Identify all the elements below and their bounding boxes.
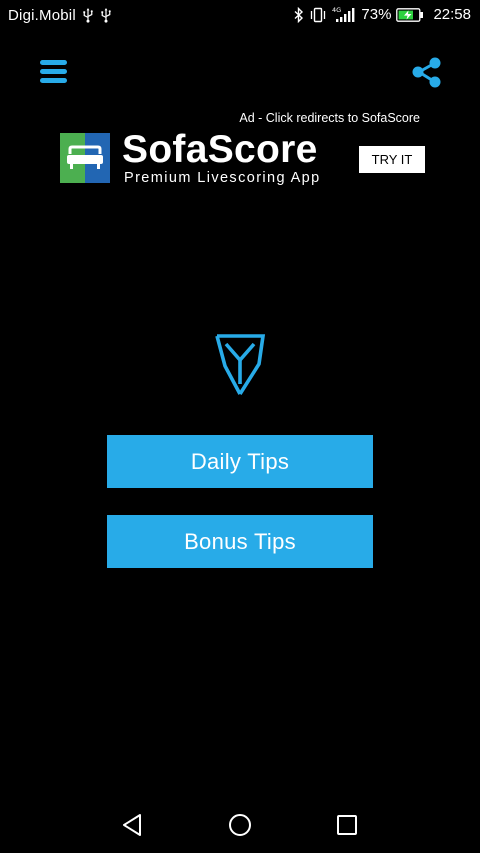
sofascore-logo-icon (60, 133, 110, 183)
recent-apps-button[interactable] (332, 810, 362, 840)
vibrate-icon (311, 7, 326, 22)
ad-brand-name: SofaScore (122, 128, 318, 171)
app-screen: Digi.Mobil 4G 73% 22:58 Ad - Click redir… (0, 0, 480, 853)
status-bar-right: 4G 73% 22:58 (294, 6, 471, 23)
home-button[interactable] (225, 810, 255, 840)
bluetooth-icon (294, 6, 304, 23)
share-button[interactable] (408, 56, 446, 90)
recent-apps-icon (337, 815, 357, 835)
daily-tips-button[interactable]: Daily Tips (107, 435, 373, 488)
navigation-bar (0, 800, 480, 853)
back-button[interactable] (118, 810, 148, 840)
network-type: 4G (332, 6, 341, 14)
shield-y-logo-icon (215, 334, 266, 395)
status-clock: 22:58 (433, 6, 471, 23)
hamburger-menu-icon (40, 60, 67, 83)
home-icon (229, 814, 251, 836)
status-bar-left: Digi.Mobil (8, 7, 112, 24)
carrier-name: Digi.Mobil (8, 7, 76, 24)
signal-icon: 4G (332, 6, 355, 22)
ad-banner[interactable]: Ad - Click redirects to SofaScore SofaSc… (56, 108, 428, 194)
battery-percentage: 73% (361, 6, 392, 23)
battery-charging-icon (396, 7, 424, 22)
share-icon (412, 57, 441, 88)
status-bar: Digi.Mobil 4G 73% 22:58 (0, 0, 480, 34)
ad-notice: Ad - Click redirects to SofaScore (239, 111, 420, 125)
try-it-button[interactable]: TRY IT (359, 146, 425, 173)
menu-button[interactable] (34, 56, 74, 88)
usb-icon (101, 8, 111, 23)
bonus-tips-button[interactable]: Bonus Tips (107, 515, 373, 568)
usb-icon (83, 8, 93, 23)
ad-tagline: Premium Livescoring App (124, 170, 321, 186)
back-icon (123, 814, 141, 836)
